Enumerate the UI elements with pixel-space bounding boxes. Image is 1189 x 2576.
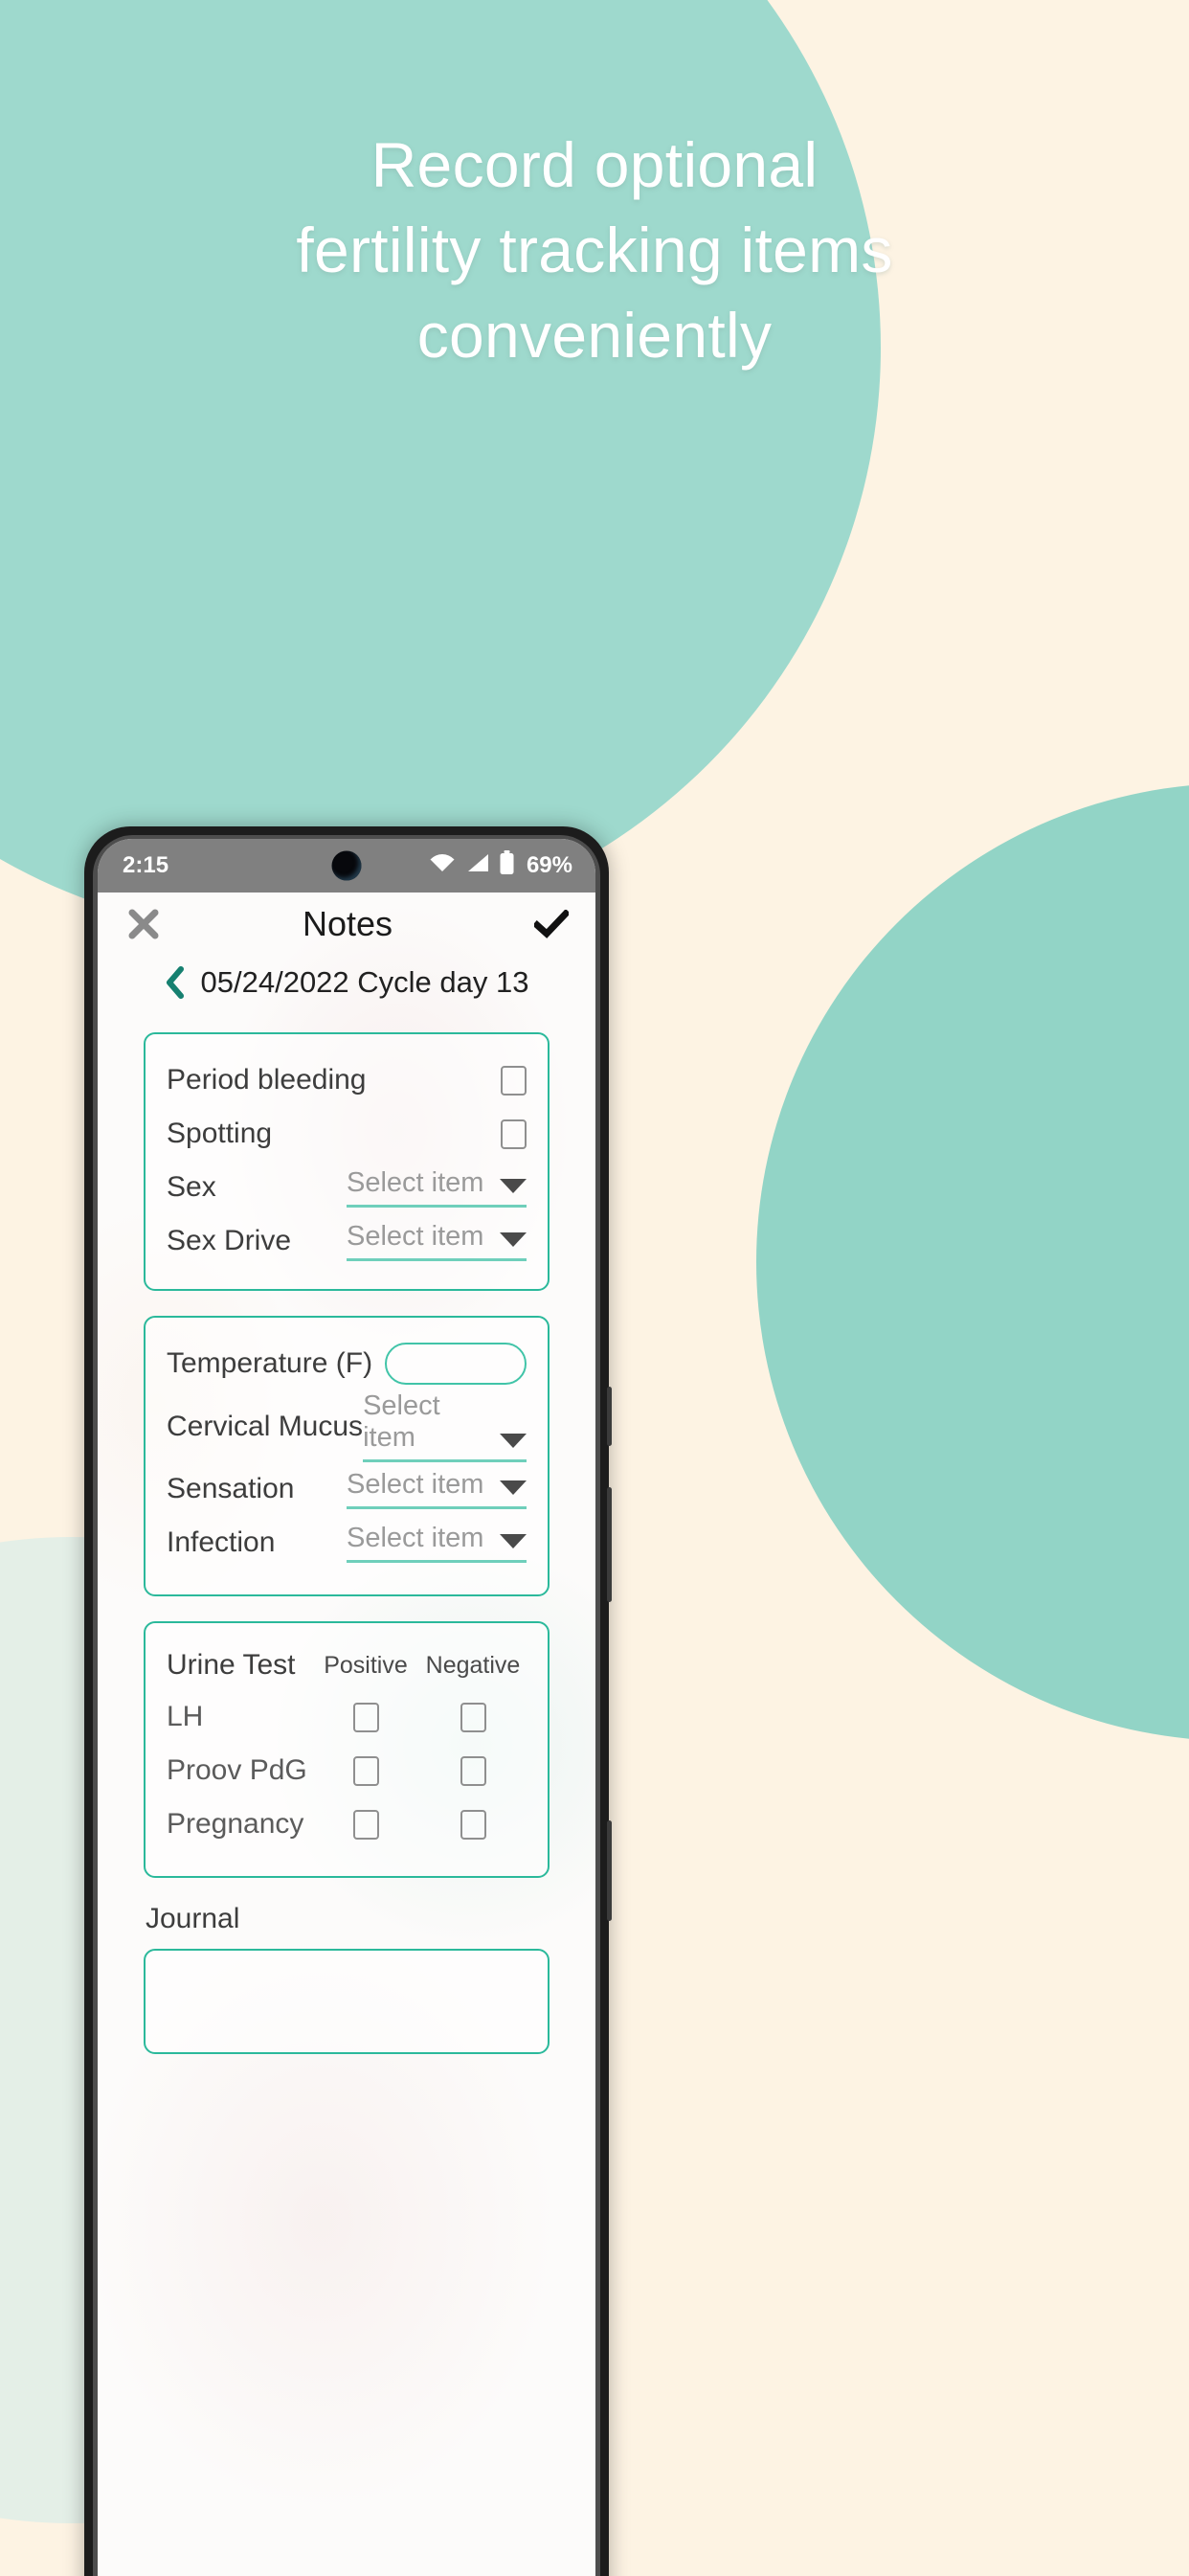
urine-test-title: Urine Test [167, 1649, 296, 1681]
row-label: Sex [167, 1171, 216, 1203]
phone-mockup: 2:15 69% Notes 05/24/2022 Cycle day 13 P… [84, 826, 612, 2576]
wifi-icon [428, 851, 457, 881]
row-cervical-mucus: Cervical Mucus Select item [167, 1390, 527, 1462]
fertility-signs-card: Temperature (F) Cervical Mucus Select it… [144, 1316, 550, 1596]
urine-test-header: Urine Test Positive Negative [167, 1640, 527, 1690]
lh-positive-checkbox[interactable] [352, 1702, 379, 1732]
chevron-down-icon [500, 1179, 527, 1193]
row-label: Sex Drive [167, 1225, 292, 1256]
cervical-mucus-select[interactable]: Select item [363, 1390, 527, 1462]
chevron-down-icon [500, 1534, 527, 1548]
promo-screenshot: Record optional fertility tracking items… [0, 0, 1189, 2576]
pregnancy-positive-cell [312, 1809, 419, 1840]
select-value: Select item [347, 1221, 484, 1252]
select-value: Select item [363, 1390, 440, 1453]
phone-screen: 2:15 69% Notes 05/24/2022 Cycle day 13 P… [98, 839, 595, 2576]
notes-screen: Notes 05/24/2022 Cycle day 13 Period ble… [98, 893, 595, 2576]
front-camera-icon [331, 850, 362, 881]
select-value: Select item [347, 1469, 484, 1500]
row-sensation: Sensation Select item [167, 1462, 527, 1516]
column-header-positive: Positive [324, 1651, 408, 1679]
row-sex-drive: Sex Drive Select item [167, 1214, 527, 1268]
row-spotting: Spotting [167, 1107, 527, 1161]
proov-pdg-positive-cell [312, 1755, 419, 1786]
column-header-negative: Negative [425, 1651, 521, 1679]
sex-drive-select[interactable]: Select item [347, 1221, 527, 1261]
row-label: Sensation [167, 1473, 295, 1504]
promo-headline: Record optional fertility tracking items… [0, 123, 1189, 378]
date-navigation-bar: 05/24/2022 Cycle day 13 [98, 956, 595, 1011]
row-label: Spotting [167, 1118, 273, 1149]
row-label: Period bleeding [167, 1064, 367, 1096]
chevron-left-icon[interactable] [165, 966, 186, 999]
journal-label: Journal [146, 1903, 240, 1934]
select-value: Select item [347, 1167, 484, 1198]
row-sex: Sex Select item [167, 1161, 527, 1214]
chevron-down-icon [500, 1434, 527, 1448]
row-infection: Infection Select item [167, 1516, 527, 1570]
period-bleeding-checkbox[interactable] [501, 1065, 527, 1096]
pregnancy-negative-cell [419, 1809, 527, 1840]
table-row: LH [167, 1690, 527, 1744]
app-bar: Notes [98, 893, 595, 956]
phone-power-button[interactable] [607, 1820, 612, 1921]
cellular-signal-icon [465, 851, 490, 881]
select-value: Select item [347, 1523, 484, 1553]
page-title: Notes [302, 904, 393, 943]
lh-negative-checkbox[interactable] [460, 1702, 486, 1732]
row-label: Temperature (F) [167, 1347, 373, 1379]
row-label: Cervical Mucus [167, 1410, 364, 1442]
row-label: LH [167, 1701, 204, 1732]
check-icon[interactable] [530, 903, 572, 945]
decorative-circle-right [756, 783, 1189, 1741]
status-bar: 2:15 69% [98, 839, 595, 893]
row-temperature: Temperature (F) [167, 1337, 527, 1390]
phone-volume-button[interactable] [607, 1487, 612, 1602]
battery-icon [499, 849, 515, 882]
infection-select[interactable]: Select item [347, 1523, 527, 1563]
battery-percent: 69% [526, 852, 572, 878]
row-period-bleeding: Period bleeding [167, 1053, 527, 1107]
row-label: Infection [167, 1526, 276, 1558]
chevron-down-icon [500, 1232, 527, 1247]
sex-select[interactable]: Select item [347, 1167, 527, 1208]
spotting-checkbox[interactable] [501, 1119, 527, 1149]
urine-test-card: Urine Test Positive Negative LH Proov Pd… [144, 1621, 550, 1878]
lh-positive-cell [312, 1702, 419, 1732]
headline-line-3: conveniently [416, 300, 773, 371]
headline-line-1: Record optional [370, 129, 819, 200]
proov-pdg-negative-cell [419, 1755, 527, 1786]
row-label: Pregnancy [167, 1808, 304, 1840]
bleeding-and-sex-card: Period bleeding Spotting Sex Select item [144, 1032, 550, 1291]
pregnancy-negative-checkbox[interactable] [460, 1809, 486, 1840]
close-icon[interactable] [123, 903, 165, 945]
table-row: Pregnancy [167, 1797, 527, 1851]
phone-side-button-top[interactable] [607, 1387, 612, 1446]
proov-pdg-positive-checkbox[interactable] [352, 1755, 379, 1786]
status-time: 2:15 [123, 852, 169, 878]
proov-pdg-negative-checkbox[interactable] [460, 1755, 486, 1786]
sensation-select[interactable]: Select item [347, 1469, 527, 1509]
headline-line-2: fertility tracking items [296, 215, 893, 285]
current-date-label[interactable]: 05/24/2022 Cycle day 13 [201, 965, 529, 1000]
temperature-input[interactable] [385, 1343, 527, 1385]
pregnancy-positive-checkbox[interactable] [352, 1809, 379, 1840]
chevron-down-icon [500, 1480, 527, 1495]
status-icons: 69% [428, 849, 572, 882]
lh-negative-cell [419, 1702, 527, 1732]
row-label: Proov PdG [167, 1754, 307, 1786]
journal-textarea[interactable] [144, 1949, 550, 2054]
table-row: Proov PdG [167, 1744, 527, 1797]
